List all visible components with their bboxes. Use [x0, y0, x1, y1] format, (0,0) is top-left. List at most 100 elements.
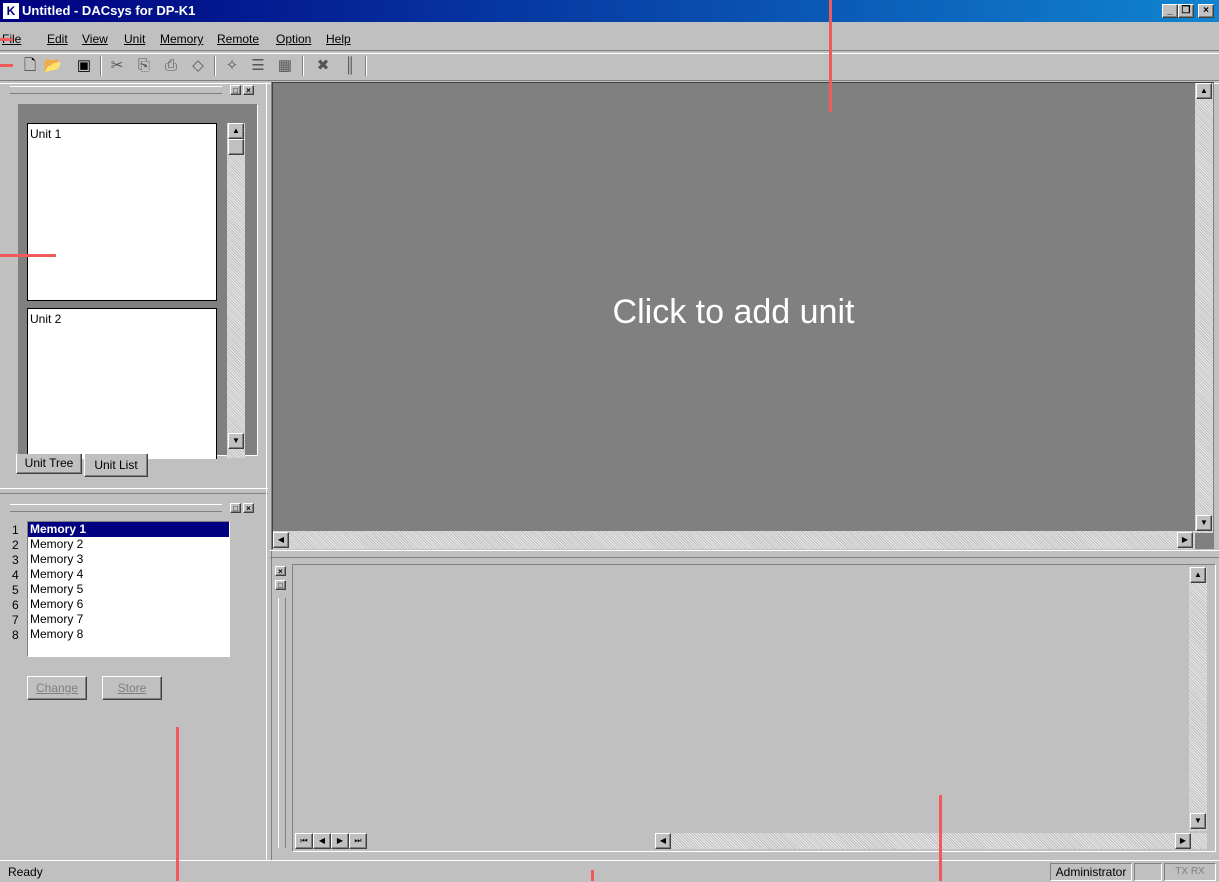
cut-icon[interactable]: ✂ [107, 56, 127, 76]
status-pane [1134, 863, 1162, 881]
menu-unit[interactable]: Unit [124, 32, 145, 46]
menu-option[interactable]: Option [276, 32, 311, 46]
tab-unit-tree[interactable]: Unit Tree [16, 454, 82, 474]
panel-float-button[interactable]: □ [230, 503, 241, 513]
first-record-icon[interactable]: ⏮ [295, 833, 313, 849]
memory-number: 5 [12, 583, 19, 597]
status-user-label: Administrator [1055, 865, 1127, 879]
scroll-thumb[interactable] [228, 139, 244, 155]
output-vertical-scrollbar[interactable]: ▲ ▼ [1189, 567, 1207, 831]
right-splitter[interactable] [270, 550, 1219, 558]
status-user: Administrator [1050, 863, 1132, 881]
output-horizontal-scrollbar[interactable]: ◀ ▶ [655, 833, 1207, 849]
scroll-right-icon[interactable]: ▶ [1175, 833, 1191, 849]
toolbar-separator [365, 56, 367, 76]
annotation-marker [939, 795, 942, 881]
change-button[interactable]: Change [27, 676, 87, 700]
scroll-up-icon[interactable]: ▲ [1190, 567, 1206, 583]
tab-unit-tree-label: Unit Tree [24, 456, 74, 470]
toolbar: 🗋 📂 ▣ ✂ ⎘ ⎙ ◇ ✧ ☰ ▦ ✖ ║ [0, 52, 370, 80]
scroll-down-icon[interactable]: ▼ [228, 433, 244, 449]
memory-label: Memory 5 [30, 582, 84, 596]
open-folder-icon[interactable]: 📂 [43, 56, 63, 76]
memory-number: 2 [12, 538, 19, 552]
next-record-icon[interactable]: ▶ [331, 833, 349, 849]
scroll-right-icon[interactable]: ▶ [1177, 532, 1193, 548]
panel-float-button[interactable]: □ [275, 580, 286, 590]
store-button[interactable]: Store [102, 676, 162, 700]
menu-view[interactable]: View [82, 32, 108, 46]
scroll-down-icon[interactable]: ▼ [1196, 515, 1212, 531]
scroll-left-icon[interactable]: ◀ [273, 532, 289, 548]
scroll-up-icon[interactable]: ▲ [228, 123, 244, 139]
tab-unit-list[interactable]: Unit List [84, 454, 148, 477]
memory-list-item[interactable]: Memory 4 [28, 567, 229, 582]
annotation-marker [0, 254, 56, 257]
status-tx: TX [1175, 866, 1189, 877]
disconnect-icon[interactable]: ✖ [313, 56, 333, 76]
panel-close-button[interactable]: × [243, 503, 254, 513]
last-record-icon[interactable]: ⏭ [349, 833, 367, 849]
annotation-marker [591, 870, 594, 881]
memory-number: 4 [12, 568, 19, 582]
memory-list-item[interactable]: Memory 5 [28, 582, 229, 597]
memory-label: Memory 3 [30, 552, 84, 566]
panel-close-button[interactable]: × [275, 566, 286, 576]
wand-icon[interactable]: ✧ [222, 56, 242, 76]
toolbar-separator [214, 56, 216, 76]
output-panel: × □ ▲ ▼ ⏮ ◀ ▶ ⏭ ◀ ▶ [272, 560, 1217, 856]
minimize-button[interactable]: _ [1162, 4, 1178, 18]
memory-list-item[interactable]: Memory 2 [28, 537, 229, 552]
scroll-down-icon[interactable]: ▼ [1190, 813, 1206, 829]
menu-remote[interactable]: Remote [217, 32, 259, 46]
menu-bar: File Edit View Unit Memory Remote Option… [0, 30, 1219, 50]
menu-help[interactable]: Help [326, 32, 351, 46]
restore-button[interactable]: ❐ [1178, 4, 1194, 18]
close-button[interactable]: × [1198, 4, 1214, 18]
unit-card-label: Unit 1 [30, 127, 62, 141]
list-icon[interactable]: ☰ [248, 56, 268, 76]
title-bar[interactable]: K Untitled - DACsys for DP-K1 _ ❐ × [0, 0, 1219, 22]
menu-memory[interactable]: Memory [160, 32, 203, 46]
memory-list-item[interactable]: Memory 8 [28, 627, 229, 642]
change-button-label: Change [35, 681, 79, 695]
unit-card[interactable]: Unit 2 [27, 308, 217, 459]
memory-list-item[interactable]: Memory 7 [28, 612, 229, 627]
toolbar-separator [100, 56, 102, 76]
canvas-horizontal-scrollbar[interactable]: ◀ ▶ [273, 531, 1195, 549]
status-rx: RX [1190, 866, 1205, 877]
copy-icon[interactable]: ⎘ [134, 56, 154, 76]
prev-record-icon[interactable]: ◀ [313, 833, 331, 849]
panel-close-button[interactable]: × [243, 85, 254, 95]
memory-numbers: 1 2 3 4 5 6 7 8 [12, 523, 28, 643]
memory-list-item[interactable]: Memory 3 [28, 552, 229, 567]
add-unit-hint[interactable]: Click to add unit [273, 293, 1194, 332]
unit-list-scrollbar[interactable]: ▲ ▼ [227, 123, 245, 458]
columns-icon[interactable]: ║ [340, 56, 360, 76]
panel-grip[interactable] [10, 86, 222, 94]
panel-grip[interactable] [278, 598, 286, 848]
erase-icon[interactable]: ◇ [188, 56, 208, 76]
menu-edit[interactable]: Edit [47, 32, 68, 46]
status-text: Ready [8, 865, 43, 879]
new-document-icon[interactable]: 🗋 [20, 56, 40, 76]
tab-unit-list-label: Unit List [94, 458, 138, 472]
memory-list-item[interactable]: Memory 6 [28, 597, 229, 612]
unit-card[interactable]: Unit 1 [27, 123, 217, 301]
unit-canvas[interactable]: Click to add unit ▲ ▼ ◀ ▶ [272, 82, 1214, 549]
panel-grip[interactable] [10, 504, 222, 512]
memory-panel: □ × 1 2 3 4 5 6 7 8 Memory 1 Memory 2 Me… [0, 494, 268, 856]
paste-icon[interactable]: ⎙ [161, 56, 181, 76]
menu-edit-label: Edit [47, 32, 68, 46]
save-icon[interactable]: ▣ [74, 56, 94, 76]
grid-icon[interactable]: ▦ [275, 56, 295, 76]
app-icon[interactable]: K [3, 3, 19, 19]
window-title: Untitled - DACsys for DP-K1 [22, 3, 196, 18]
scroll-left-icon[interactable]: ◀ [655, 833, 671, 849]
memory-list-item-selected[interactable]: Memory 1 [28, 522, 229, 537]
panel-float-button[interactable]: □ [230, 85, 241, 95]
memory-number: 1 [12, 523, 19, 537]
scroll-up-icon[interactable]: ▲ [1196, 83, 1212, 99]
memory-label: Memory 6 [30, 597, 84, 611]
canvas-vertical-scrollbar[interactable]: ▲ ▼ [1195, 83, 1213, 533]
